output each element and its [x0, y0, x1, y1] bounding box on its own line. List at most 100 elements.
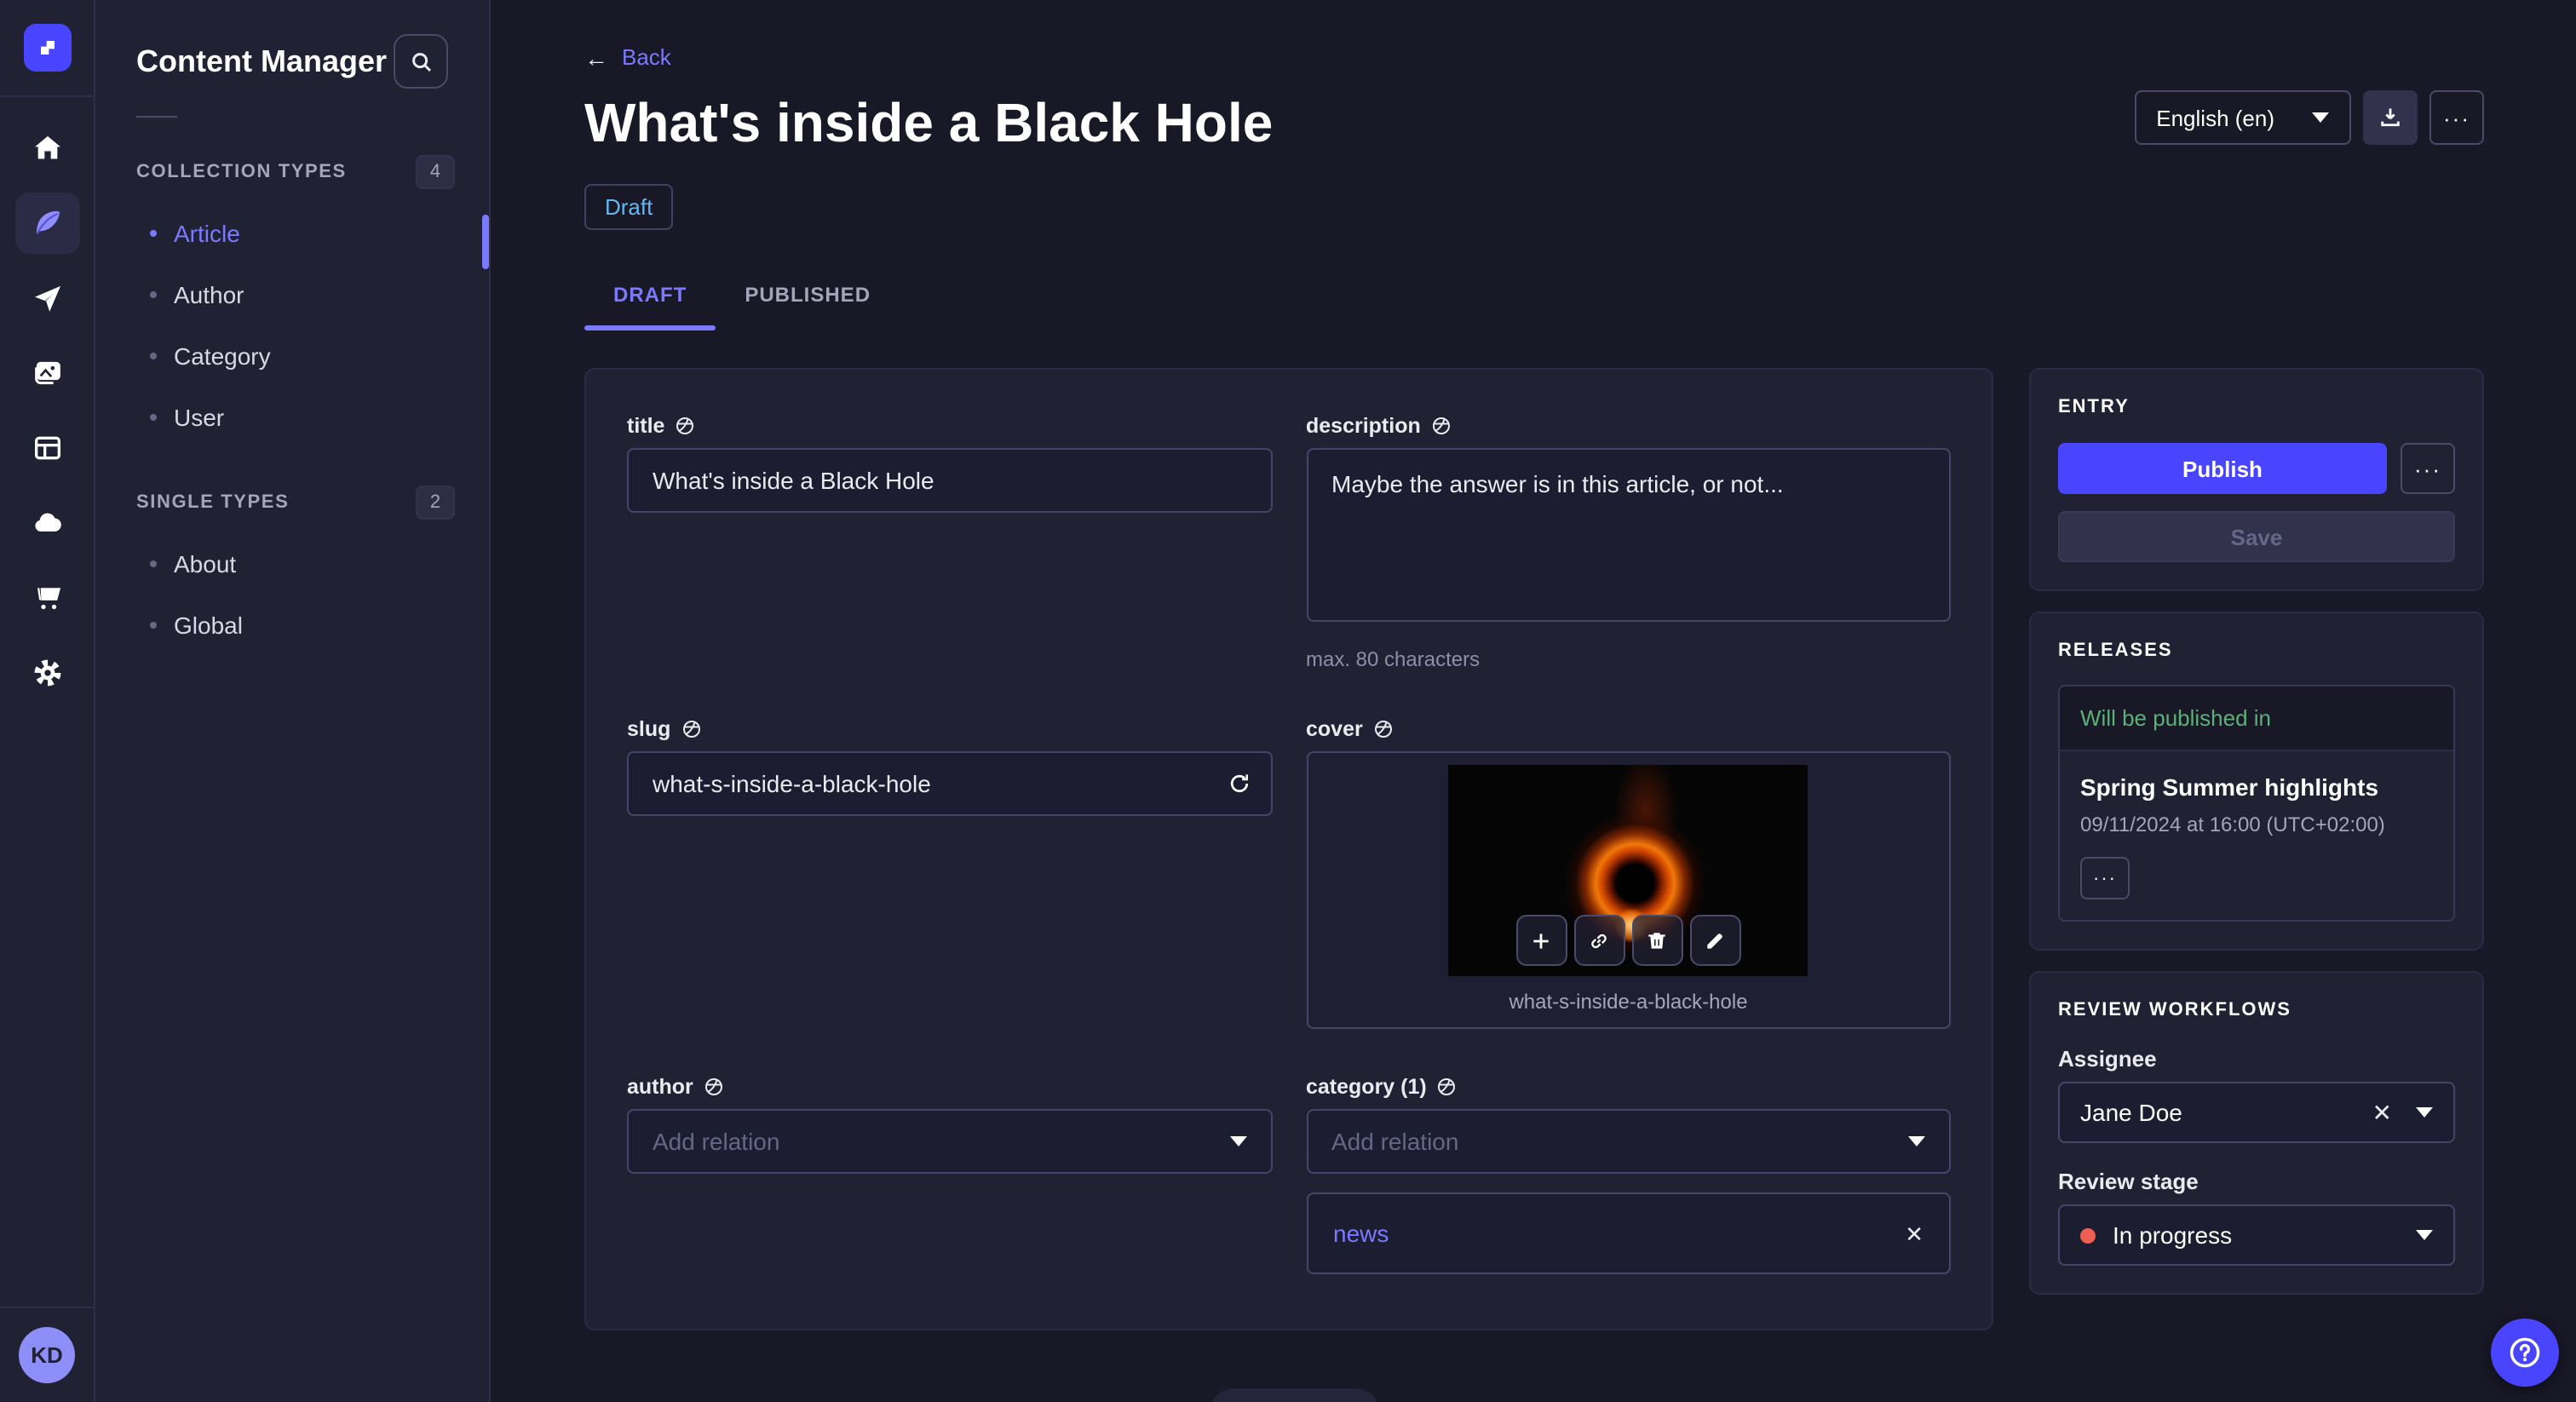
bullet-icon [150, 353, 157, 359]
images-icon [30, 356, 64, 390]
edit-form-card: title description Maybe the answer is in… [584, 368, 1993, 1330]
relation-item-news: news ✕ [1306, 1192, 1951, 1274]
cover-filename: what-s-inside-a-black-hole [1509, 990, 1748, 1014]
nav-content-manager[interactable] [14, 192, 79, 254]
home-icon [30, 131, 64, 165]
locale-select[interactable]: English (en) [2134, 90, 2351, 145]
nav-releases[interactable] [14, 267, 79, 329]
back-button[interactable]: ← Back [584, 44, 2484, 70]
nav-settings[interactable] [14, 642, 79, 704]
field-label-text: slug [627, 717, 671, 741]
search-button[interactable] [394, 34, 448, 89]
locale-value: English (en) [2156, 105, 2274, 130]
globe-icon [704, 1077, 724, 1097]
bullet-icon [150, 560, 157, 567]
field-label-text: title [627, 414, 665, 438]
nav-cloud[interactable] [14, 492, 79, 554]
back-link[interactable]: Back [622, 44, 671, 70]
field-label-text: author [627, 1075, 693, 1099]
trash-icon [1647, 929, 1669, 951]
user-avatar[interactable]: KD [19, 1327, 75, 1383]
field-label-text: category (1) [1306, 1075, 1427, 1099]
review-stage-label: Review stage [2058, 1169, 2199, 1194]
field-label-text: cover [1306, 717, 1363, 741]
field-label-text: description [1306, 414, 1421, 438]
chevron-down-icon [2312, 112, 2329, 123]
category-relation-combobox[interactable]: Add relation [1306, 1109, 1951, 1174]
field-category: category (1) Add relation news ✕ [1306, 1075, 1951, 1274]
publish-button[interactable]: Publish [2058, 443, 2387, 494]
cart-icon [30, 581, 64, 615]
entry-more-button[interactable]: ··· [2401, 443, 2455, 494]
author-relation-combobox[interactable]: Add relation [627, 1109, 1272, 1174]
release-name: Spring Summer highlights [2080, 773, 2379, 801]
sidebar-item-label: About [174, 550, 237, 577]
nav-content-type-builder[interactable] [14, 417, 79, 479]
scrollbar-indicator[interactable] [482, 215, 489, 269]
rail-divider [0, 95, 95, 97]
sidebar-item-user[interactable]: User [95, 387, 489, 448]
back-arrow-icon: ← [584, 43, 608, 71]
nav-home[interactable] [14, 118, 79, 179]
sidebar-item-label: Article [174, 220, 240, 247]
sidebar-item-about[interactable]: About [95, 533, 489, 595]
export-button[interactable] [2363, 90, 2418, 145]
regenerate-slug-icon[interactable] [1226, 771, 1251, 796]
sidebar-item-category[interactable]: Category [95, 325, 489, 387]
more-actions-button[interactable]: ··· [2429, 90, 2484, 145]
chevron-down-icon [2416, 1107, 2433, 1118]
link-icon [1589, 929, 1611, 951]
subnav-divider [136, 116, 177, 118]
chevron-down-icon [2416, 1230, 2433, 1240]
clear-assignee-icon[interactable]: ✕ [2372, 1098, 2392, 1127]
remove-relation-icon[interactable]: ✕ [1905, 1222, 1923, 1244]
save-button[interactable]: Save [2058, 511, 2455, 562]
cloud-icon [30, 506, 64, 540]
content-manager-subnav: Content Manager COLLECTION TYPES 4 Artic… [95, 0, 491, 1402]
rail-bottom: KD [0, 1307, 95, 1402]
assignee-label: Assignee [2058, 1046, 2157, 1072]
assignee-combobox[interactable]: Jane Doe ✕ [2058, 1082, 2455, 1143]
title-input[interactable] [627, 448, 1272, 513]
relation-placeholder: Add relation [1331, 1128, 1459, 1155]
review-stage-combobox[interactable]: In progress [2058, 1204, 2455, 1266]
cover-actions [1515, 915, 1741, 966]
cover-image-black-hole [1448, 765, 1808, 976]
help-button[interactable] [2491, 1319, 2559, 1387]
collapsed-bottom-panel[interactable] [1210, 1388, 1380, 1402]
strapi-logo-icon[interactable] [23, 24, 71, 72]
sidebar-item-global[interactable]: Global [95, 595, 489, 656]
gear-icon [30, 656, 64, 690]
copy-link-button[interactable] [1573, 915, 1625, 966]
add-media-button[interactable] [1515, 915, 1567, 966]
section-count-badge: 2 [416, 486, 455, 520]
description-textarea[interactable]: Maybe the answer is in this article, or … [1306, 448, 1951, 622]
nav-media-library[interactable] [14, 342, 79, 404]
version-tabs: DRAFT PUBLISHED [584, 283, 2484, 330]
globe-icon [1431, 416, 1452, 436]
nav-rail: KD [0, 0, 95, 1402]
search-icon [408, 49, 434, 74]
tab-published[interactable]: PUBLISHED [716, 283, 900, 330]
stage-status-dot [2080, 1227, 2096, 1243]
release-more-button[interactable]: ··· [2080, 857, 2130, 899]
nav-marketplace[interactable] [14, 567, 79, 629]
assignee-value: Jane Doe [2080, 1099, 2182, 1126]
bullet-icon [150, 414, 157, 421]
sidebar-item-author[interactable]: Author [95, 264, 489, 325]
plus-icon [1531, 929, 1553, 951]
field-description: description Maybe the answer is in this … [1306, 414, 1951, 671]
bullet-icon [150, 230, 157, 237]
sidebar-item-label: User [174, 404, 225, 431]
release-status: Will be published in [2060, 687, 2453, 751]
edit-media-button[interactable] [1689, 915, 1741, 966]
tab-draft[interactable]: DRAFT [584, 283, 716, 330]
field-author: author Add relation [627, 1075, 1272, 1274]
sidebar-item-article[interactable]: Article [95, 203, 489, 264]
review-title: REVIEW WORKFLOWS [2058, 1000, 2291, 1020]
slug-input[interactable] [627, 751, 1272, 816]
relation-link[interactable]: news [1333, 1220, 1389, 1247]
delete-media-button[interactable] [1631, 915, 1683, 966]
stage-value: In progress [2113, 1221, 2233, 1249]
feather-icon [30, 206, 64, 240]
